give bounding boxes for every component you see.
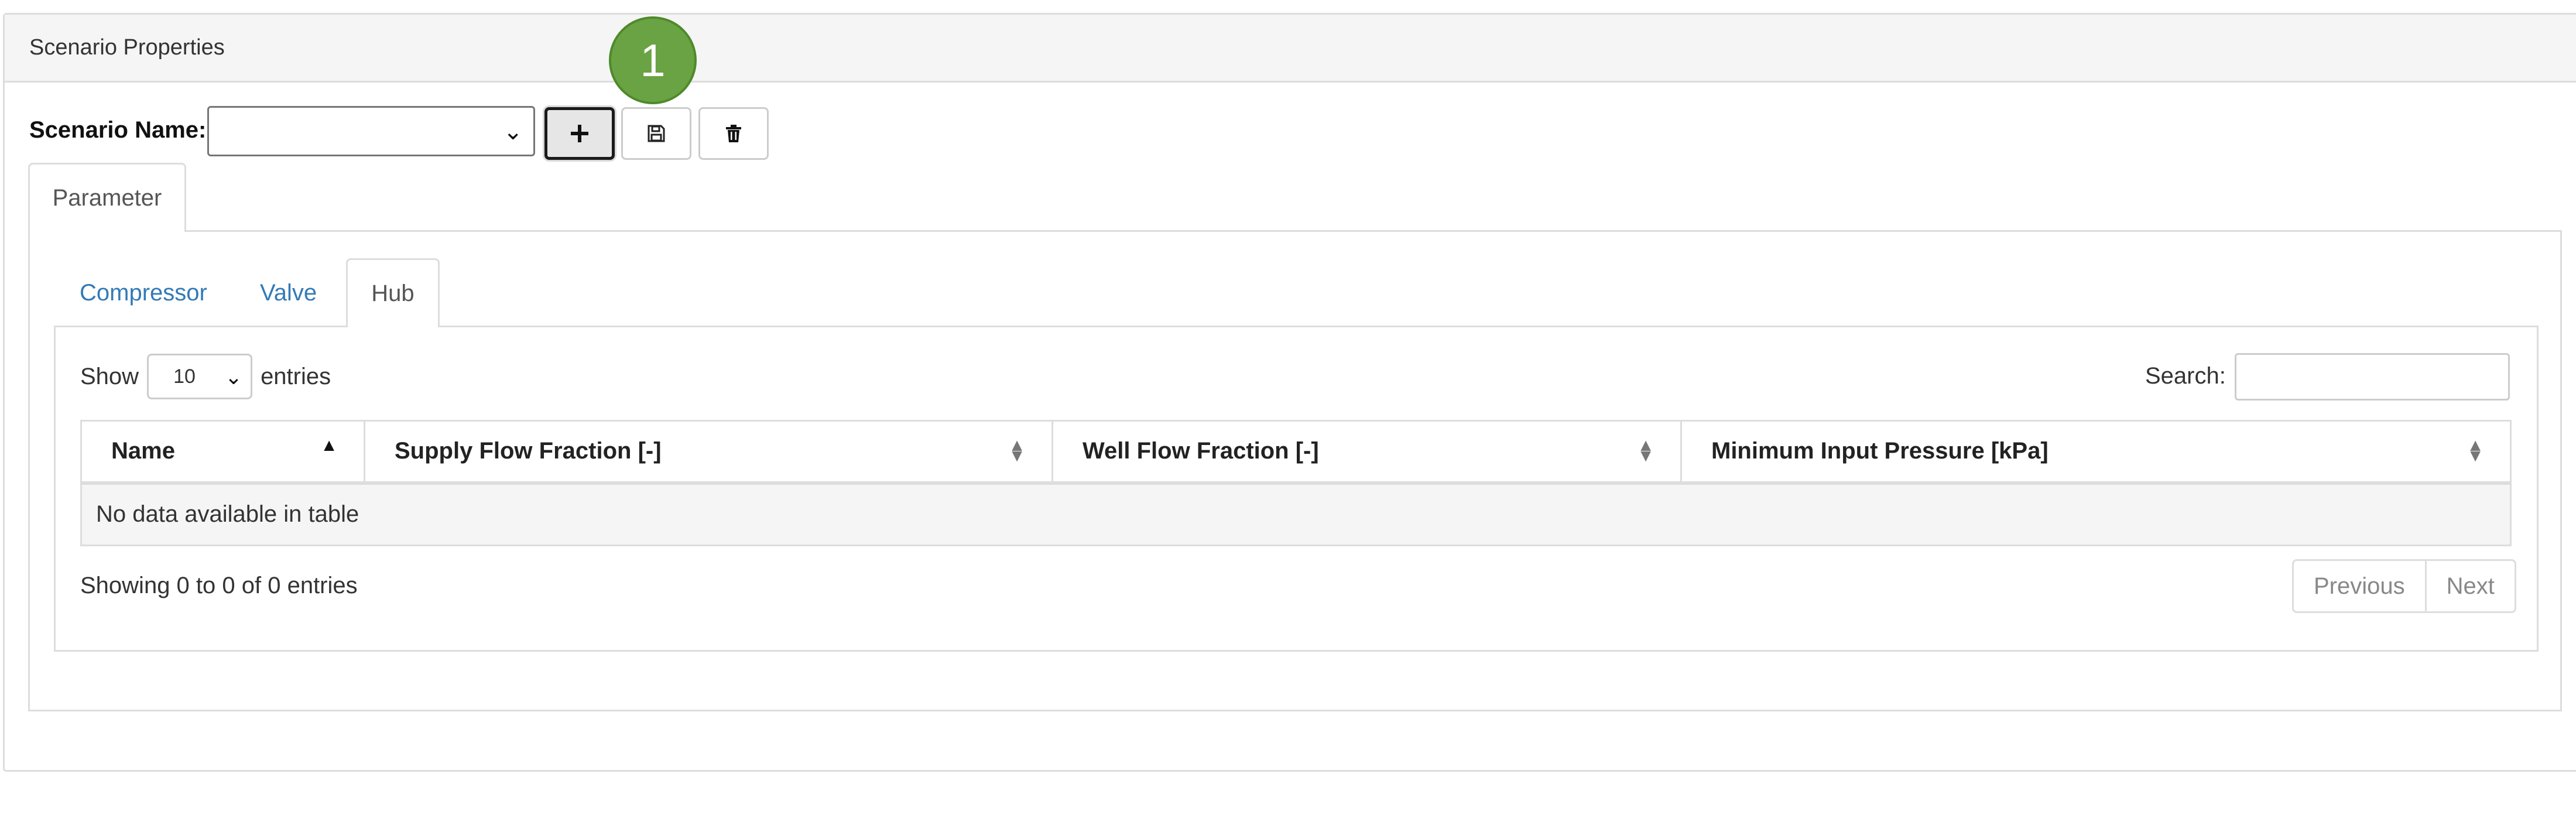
delete-scenario-button[interactable]: [698, 107, 769, 160]
column-header-minimum-input-pressure[interactable]: Minimum Input Pressure [kPa] ▲ ▼: [1680, 420, 2512, 485]
search-input[interactable]: [2235, 353, 2510, 401]
table-header-row: Name ▲ Supply Flow Fraction [-] ▲ ▼ Well …: [80, 420, 2512, 485]
tab-valve[interactable]: Valve: [260, 258, 317, 327]
table-info: Showing 0 to 0 of 0 entries: [80, 573, 358, 598]
column-header-name[interactable]: Name ▲: [80, 420, 365, 485]
scenario-name-label: Scenario Name:: [29, 117, 207, 143]
panel-title: Scenario Properties: [29, 35, 225, 60]
panel-heading: Scenario Properties: [5, 15, 2576, 83]
tab-parameter[interactable]: Parameter: [28, 163, 186, 232]
empty-table-message: No data available in table: [80, 482, 2512, 546]
chevron-down-icon: ⌄: [503, 119, 523, 145]
entries-per-page-select[interactable]: 10 ⌄: [147, 354, 253, 399]
pagination: Previous Next: [2292, 559, 2516, 613]
next-page-button[interactable]: Next: [2427, 561, 2515, 611]
scenario-name-select[interactable]: ⌄: [207, 106, 535, 156]
show-label: Show: [80, 363, 139, 389]
save-scenario-button[interactable]: [621, 107, 691, 160]
step-marker-badge: 1: [609, 16, 697, 104]
table-length-control: Show 10 ⌄ entries: [80, 353, 331, 400]
search-label: Search:: [2145, 363, 2226, 389]
column-header-well-flow-fraction[interactable]: Well Flow Fraction [-] ▲ ▼: [1051, 420, 1682, 485]
chevron-down-icon: ⌄: [224, 365, 243, 389]
sort-both-icon: ▲ ▼: [2467, 436, 2484, 466]
tab-compressor[interactable]: Compressor: [80, 258, 207, 327]
hub-table: Name ▲ Supply Flow Fraction [-] ▲ ▼ Well …: [80, 420, 2512, 546]
floppy-disk-icon: [648, 125, 665, 142]
column-header-supply-flow-fraction[interactable]: Supply Flow Fraction [-] ▲ ▼: [364, 420, 1053, 485]
add-scenario-button[interactable]: [544, 107, 615, 160]
plus-icon: [571, 125, 588, 142]
sort-ascending-icon: ▲: [320, 436, 338, 455]
trash-icon: [726, 125, 741, 142]
previous-page-button[interactable]: Previous: [2294, 561, 2427, 611]
tab-hub[interactable]: Hub: [346, 258, 440, 327]
entries-label: entries: [261, 363, 331, 389]
table-row: No data available in table: [80, 482, 2512, 546]
sort-both-icon: ▲ ▼: [1637, 436, 1654, 466]
entries-per-page-value: 10: [173, 365, 196, 388]
sort-both-icon: ▲ ▼: [1008, 436, 1026, 466]
